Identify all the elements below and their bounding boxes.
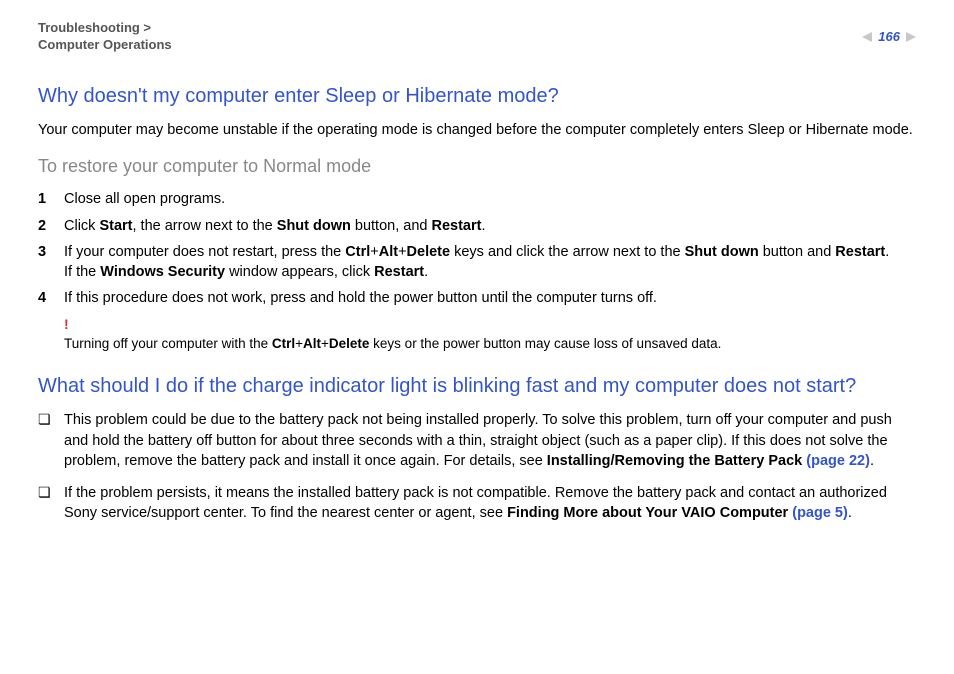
page-header: Troubleshooting > Computer Operations 16… [38,20,916,54]
step-number: 4 [38,288,64,308]
warning-icon: ! [64,315,916,335]
section-heading-sleep-hibernate: Why doesn't my computer enter Sleep or H… [38,82,916,110]
page-number: 166 [878,28,900,46]
warning-text: Turning off your computer with the Ctrl+… [64,336,721,351]
next-page-arrow-icon[interactable] [906,32,916,42]
page-navigation: 166 [862,28,916,46]
step-2: 2 Click Start, the arrow next to the Shu… [38,216,916,236]
step-4: 4 If this procedure does not work, press… [38,288,916,308]
bullet-text: This problem could be due to the battery… [64,410,916,471]
step-number: 3 [38,242,64,283]
prev-page-arrow-icon[interactable] [862,32,872,42]
step-text: Close all open programs. [64,189,916,209]
step-3: 3 If your computer does not restart, pre… [38,242,916,283]
step-number: 1 [38,189,64,209]
section-heading-charge-indicator: What should I do if the charge indicator… [38,372,916,400]
breadcrumb: Troubleshooting > Computer Operations [38,20,172,54]
step-text: If your computer does not restart, press… [64,242,916,283]
step-text: If this procedure does not work, press a… [64,288,916,308]
step-text: Click Start, the arrow next to the Shut … [64,216,916,236]
page-link-5[interactable]: (page 5) [792,505,848,521]
step-number: 2 [38,216,64,236]
bullet-icon: ❏ [38,483,64,524]
step-1: 1 Close all open programs. [38,189,916,209]
page-link-22[interactable]: (page 22) [806,453,870,469]
subheading-restore-normal: To restore your computer to Normal mode [38,154,916,179]
list-item: ❏ If the problem persists, it means the … [38,483,916,524]
warning-block: ! Turning off your computer with the Ctr… [64,315,916,354]
restore-steps-list: 1 Close all open programs. 2 Click Start… [38,189,916,308]
breadcrumb-line1: Troubleshooting > [38,20,151,35]
bullet-text: If the problem persists, it means the in… [64,483,916,524]
breadcrumb-line2: Computer Operations [38,37,172,52]
charge-bullets-list: ❏ This problem could be due to the batte… [38,410,916,523]
list-item: ❏ This problem could be due to the batte… [38,410,916,471]
section1-intro: Your computer may become unstable if the… [38,120,916,140]
bullet-icon: ❏ [38,410,64,471]
